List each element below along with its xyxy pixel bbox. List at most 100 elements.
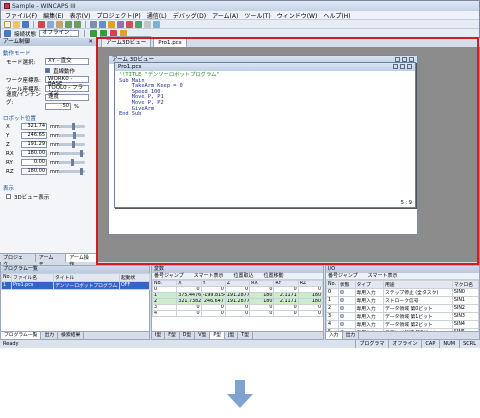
menu-project[interactable]: プロジェクト(P) [96, 11, 140, 20]
column-header[interactable]: 起動状 [119, 273, 150, 282]
menu-comm[interactable]: 通信(L) [147, 11, 167, 20]
axis-slider[interactable] [59, 123, 85, 130]
connect-icon[interactable] [117, 20, 124, 28]
menu-tools[interactable]: ツール(T) [244, 11, 270, 20]
column-header[interactable]: No. [326, 280, 339, 289]
table-row[interactable]: 4000000 [151, 310, 324, 317]
table-row[interactable]: 3 専用入力 データ領域 第1ビット SIN3 [326, 312, 480, 321]
mode-select[interactable]: XY - 直交 [45, 58, 89, 65]
tool-coord-select[interactable]: TOOL0 - フランジ [45, 85, 89, 96]
cut-icon[interactable] [38, 20, 45, 28]
tab-arm-operation[interactable]: アーム操作 [66, 254, 97, 268]
tab-arm-3dview[interactable]: アーム3Dビュー [101, 36, 152, 47]
table-row[interactable]: 1 専用入力 ストローク信号 SIN1 [326, 296, 480, 305]
connection-status-combo[interactable]: オフライン [39, 30, 80, 37]
tab-output[interactable]: 出力 [343, 332, 360, 339]
slider-handle[interactable] [79, 150, 83, 157]
view3d-checkbox[interactable] [6, 194, 11, 199]
move-position-button[interactable]: 位置移動 [263, 273, 283, 279]
axis-slider[interactable] [59, 159, 85, 166]
close-icon[interactable] [407, 64, 412, 69]
play-icon[interactable] [90, 30, 98, 37]
column-header[interactable]: 状態 [337, 280, 356, 289]
table-row[interactable]: 1 Pro1.pcs デンソーロボットプログラム OFF [1, 281, 150, 290]
tab-search-results[interactable]: 検索結果 [58, 332, 85, 339]
jump-button[interactable]: 番号ジャンプ [154, 273, 184, 279]
axis-value[interactable]: 180.00 [21, 168, 47, 175]
slider-handle[interactable] [71, 123, 75, 130]
new-file-icon[interactable] [4, 20, 11, 28]
table-row[interactable]: 0 専用入力 ステップ停止 (全タスク) SIN0 [326, 288, 480, 297]
tab-output[interactable]: 出力 [41, 332, 59, 339]
undo-icon[interactable] [65, 20, 72, 28]
column-header[interactable]: マクロ名 [451, 280, 480, 289]
variable-type-tab[interactable]: D型 [180, 332, 196, 339]
axis-value[interactable]: 321.74 [21, 123, 47, 130]
transfer-icon[interactable] [108, 20, 115, 28]
axis-slider[interactable] [59, 141, 85, 148]
open-folder-icon[interactable] [13, 20, 20, 28]
run-icon[interactable] [135, 20, 142, 28]
capture-position-button[interactable]: 位置取込 [233, 273, 253, 279]
close-icon[interactable]: ✕ [88, 38, 93, 46]
column-header[interactable]: タイプ [354, 280, 384, 289]
menu-edit[interactable]: 編集(E) [43, 11, 63, 20]
jump-button[interactable]: 番号ジャンプ [328, 273, 358, 279]
maximize-icon[interactable] [400, 64, 405, 69]
menu-help[interactable]: ヘルプ(H) [323, 11, 350, 20]
menu-arm[interactable]: アーム(A) [212, 11, 238, 20]
axis-value[interactable]: 180.00 [21, 150, 47, 157]
menu-debug[interactable]: デバッグ(D) [173, 11, 206, 20]
save-icon[interactable] [22, 20, 29, 28]
column-header[interactable]: No. [1, 273, 12, 282]
variable-type-tab[interactable]: J型 [225, 332, 239, 339]
column-header[interactable]: 用途 [383, 280, 453, 289]
copy-icon[interactable] [47, 20, 54, 28]
axis-slider[interactable] [59, 150, 85, 157]
inching-select[interactable]: 速度 [45, 94, 89, 101]
speed-input[interactable]: 50 [45, 103, 71, 110]
variable-type-tab[interactable]: F型 [165, 332, 180, 339]
axis-value[interactable]: 246.65 [21, 132, 47, 139]
tab-pro1-pcs[interactable]: Pro1.pcs [153, 38, 187, 47]
smart-view-button[interactable]: スマート表示 [194, 273, 224, 279]
variable-type-tab[interactable]: I型 [152, 332, 166, 339]
variable-type-tab[interactable]: T型 [238, 332, 254, 339]
tab-arm-monitor[interactable]: アームモ... [36, 254, 67, 268]
paste-icon[interactable] [56, 20, 63, 28]
work-coord-select[interactable]: WORK0 - BASE [45, 76, 89, 87]
variable-type-tab[interactable]: P型 [210, 332, 226, 339]
menu-window[interactable]: ウィンドウ(W) [277, 11, 318, 20]
slider-handle[interactable] [79, 168, 83, 175]
axis-slider[interactable] [59, 132, 85, 139]
axis-row: RZ 180.00 mm [0, 167, 96, 176]
slider-handle[interactable] [70, 159, 74, 166]
column-header[interactable]: ファイル名 [11, 273, 54, 282]
slider-handle[interactable] [73, 132, 77, 139]
view-icon[interactable] [153, 20, 160, 28]
axis-value[interactable]: 191.29 [21, 141, 47, 148]
tab-program-list[interactable]: プログラム一覧 [1, 332, 42, 339]
tab-project[interactable]: プロジェク... [0, 254, 36, 268]
redo-icon[interactable] [74, 20, 81, 28]
slider-handle[interactable] [72, 141, 76, 148]
axis-slider[interactable] [59, 168, 85, 175]
smart-view-button[interactable]: スマート表示 [368, 273, 398, 279]
settings-icon[interactable] [144, 20, 151, 28]
table-row[interactable]: 4 専用入力 データ領域 第2ビット SIN4 [326, 320, 480, 329]
stop-icon[interactable] [126, 20, 133, 28]
table-row[interactable]: 2 専用入力 データ領域 第0ビット SIN2 [326, 304, 480, 313]
limit-checkbox[interactable] [45, 68, 50, 73]
tab-input[interactable]: 入力 [326, 332, 343, 339]
column-header[interactable]: タイトル [53, 273, 120, 282]
connection-icon[interactable] [4, 30, 11, 37]
variable-type-tab[interactable]: V型 [195, 332, 211, 339]
code-editor[interactable]: '!TITLE "デンソーロボットプログラム" Sub Main TakeArm … [115, 71, 415, 118]
menu-view[interactable]: 表示(V) [70, 11, 91, 20]
build-icon[interactable] [99, 20, 106, 28]
minimize-icon[interactable] [393, 64, 398, 69]
menu-file[interactable]: ファイル(F) [5, 11, 37, 20]
find-icon[interactable] [90, 20, 97, 28]
cell: ステップ停止 (全タスク) [383, 288, 453, 297]
axis-value[interactable]: 0.00 [21, 159, 47, 166]
